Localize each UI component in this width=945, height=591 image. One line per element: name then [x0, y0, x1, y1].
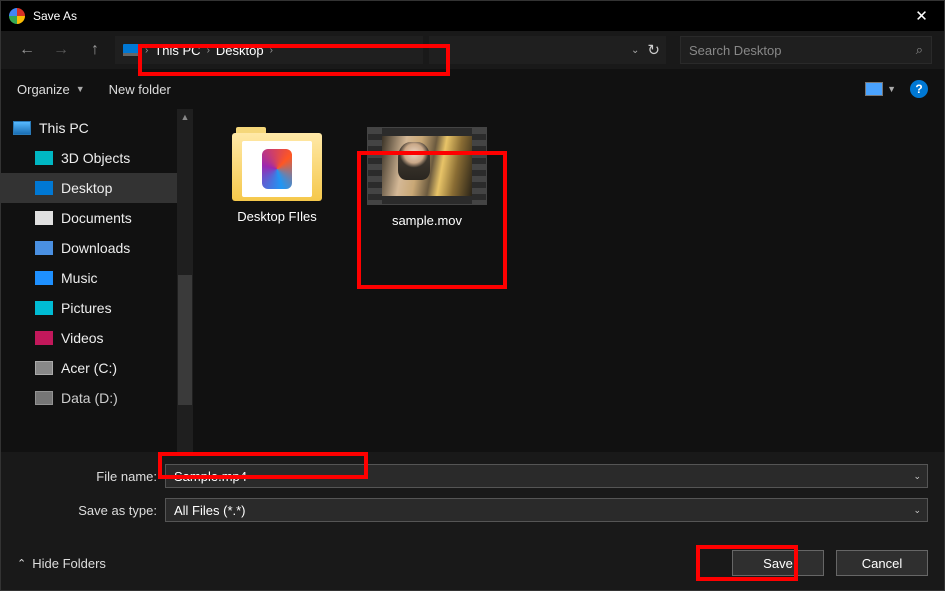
scroll-up-icon[interactable]: ▲	[177, 109, 193, 125]
footer: ⌃ Hide Folders Save Cancel	[1, 542, 944, 590]
forward-button[interactable]: →	[47, 36, 75, 64]
video-icon	[35, 331, 53, 345]
filetype-value: All Files (*.*)	[174, 503, 246, 518]
sidebar-item-label: Videos	[61, 330, 104, 346]
filetype-label: Save as type:	[17, 503, 165, 518]
address-tail: ⌄ ↻	[429, 36, 666, 64]
search-placeholder: Search Desktop	[689, 43, 782, 58]
hide-folders-label: Hide Folders	[32, 556, 106, 571]
desktop-icon	[35, 181, 53, 195]
sidebar-item-label: Pictures	[61, 300, 112, 316]
save-as-dialog: Save As ✕ ← → ↑ › This PC › Desktop › ⌄ …	[0, 0, 945, 591]
window-title: Save As	[33, 9, 77, 23]
pc-icon	[123, 44, 139, 56]
form-area: File name: Sample.mp4 ⌄ Save as type: Al…	[1, 452, 944, 542]
app-icon	[9, 8, 25, 24]
search-input[interactable]: Search Desktop ⌕	[680, 36, 932, 64]
organize-label: Organize	[17, 82, 70, 97]
sidebar-item-drive-c[interactable]: Acer (C:)	[1, 353, 177, 383]
file-pane[interactable]: Desktop FIles sample.mov	[193, 109, 944, 452]
up-button[interactable]: ↑	[81, 36, 109, 64]
sidebar-item-drive-d[interactable]: Data (D:)	[1, 383, 177, 413]
annotation-highlight	[138, 44, 450, 76]
cube-icon	[35, 151, 53, 165]
sidebar-root-label: This PC	[39, 120, 89, 136]
sidebar-item-documents[interactable]: Documents	[1, 203, 177, 233]
caret-down-icon: ▼	[887, 84, 896, 94]
back-button[interactable]: ←	[13, 36, 41, 64]
hide-folders-button[interactable]: ⌃ Hide Folders	[17, 556, 106, 571]
sidebar-item-desktop[interactable]: Desktop	[1, 173, 177, 203]
sidebar: This PC 3D Objects Desktop Documents Dow…	[1, 109, 193, 452]
titlebar: Save As ✕	[1, 1, 944, 31]
dropdown-icon[interactable]: ⌄	[913, 505, 921, 516]
document-icon	[35, 211, 53, 225]
sidebar-item-label: Music	[61, 270, 98, 286]
help-button[interactable]: ?	[910, 80, 928, 98]
annotation-highlight	[158, 452, 368, 479]
close-button[interactable]: ✕	[899, 1, 944, 31]
scroll-thumb[interactable]	[178, 275, 192, 405]
folder-icon	[232, 127, 322, 201]
refresh-icon[interactable]: ↻	[647, 41, 660, 59]
download-icon	[35, 241, 53, 255]
cancel-button[interactable]: Cancel	[836, 550, 928, 576]
picture-icon	[35, 301, 53, 315]
folder-item-desktopfiles[interactable]: Desktop FIles	[217, 127, 337, 224]
drive-icon	[35, 361, 53, 375]
sidebar-item-3dobjects[interactable]: 3D Objects	[1, 143, 177, 173]
sidebar-item-label: Documents	[61, 210, 132, 226]
pc-icon	[13, 121, 31, 135]
view-button[interactable]: ▼	[865, 82, 896, 96]
music-icon	[35, 271, 53, 285]
sidebar-item-pictures[interactable]: Pictures	[1, 293, 177, 323]
dropdown-icon[interactable]: ⌄	[913, 471, 921, 482]
filename-label: File name:	[17, 469, 165, 484]
sidebar-item-label: Data (D:)	[61, 390, 118, 406]
search-icon: ⌕	[916, 42, 923, 58]
annotation-highlight	[696, 545, 798, 581]
sidebar-root-thispc[interactable]: This PC	[1, 113, 177, 143]
sidebar-item-music[interactable]: Music	[1, 263, 177, 293]
annotation-highlight	[357, 151, 507, 289]
sidebar-item-videos[interactable]: Videos	[1, 323, 177, 353]
sidebar-item-label: Desktop	[61, 180, 112, 196]
sidebar-item-label: Downloads	[61, 240, 130, 256]
drive-icon	[35, 391, 53, 405]
chevron-up-icon: ⌃	[17, 557, 26, 570]
new-folder-button[interactable]: New folder	[109, 82, 171, 97]
view-icon	[865, 82, 883, 96]
sidebar-item-downloads[interactable]: Downloads	[1, 233, 177, 263]
filetype-select[interactable]: All Files (*.*) ⌄	[165, 498, 928, 522]
sidebar-scrollbar[interactable]: ▲	[177, 109, 193, 452]
sidebar-item-label: 3D Objects	[61, 150, 130, 166]
caret-down-icon: ▼	[76, 84, 85, 94]
file-label: Desktop FIles	[237, 209, 316, 224]
history-dropdown-icon[interactable]: ⌄	[631, 45, 639, 56]
sidebar-item-label: Acer (C:)	[61, 360, 117, 376]
organize-menu[interactable]: Organize ▼	[17, 82, 85, 97]
